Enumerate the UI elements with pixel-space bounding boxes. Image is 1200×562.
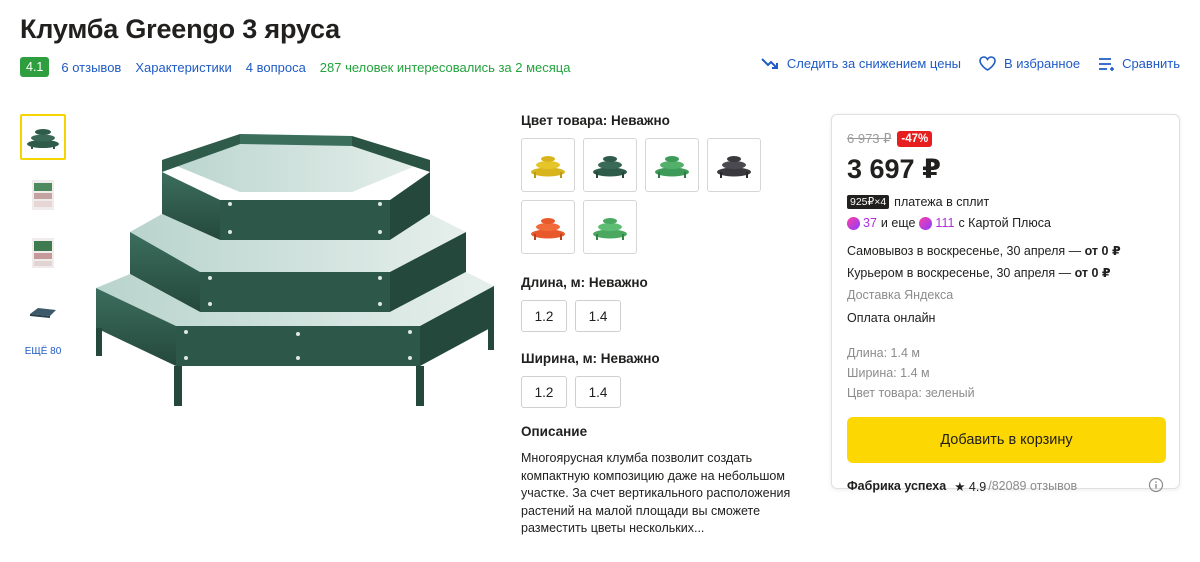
plus-cashback[interactable]: 37 и еще 111 с Картой Плюса [847, 212, 1164, 234]
current-price: 3 697 ₽ [847, 154, 941, 184]
seller-rating: ★ 4.9 [954, 479, 987, 494]
compare-icon [1099, 57, 1115, 71]
split-badge: 925₽×4 [847, 195, 890, 209]
compare-button[interactable]: Сравнить [1098, 56, 1180, 71]
favorite-button[interactable]: В избранное [979, 56, 1080, 71]
description-title: Описание [521, 424, 588, 439]
color-swatch-darkgreen[interactable] [583, 138, 637, 192]
favorite-label: В избранное [1003, 56, 1081, 71]
courier-info: Курьером в воскресенье, 30 апреля — от 0… [847, 266, 1111, 280]
split-payment[interactable]: 925₽×4 платежа в сплит [847, 193, 1164, 211]
gallery-more-link[interactable]: ЕЩЁ 80 [20, 346, 66, 357]
add-to-cart-button[interactable]: Добавить в корзину [847, 417, 1166, 463]
spec-width: Ширина: 1.4 м [847, 366, 930, 380]
gallery-thumb[interactable] [20, 172, 66, 218]
discount-badge: -47% [897, 131, 933, 147]
color-option-label: Цвет товара: Неважно [521, 113, 670, 128]
length-options: 1.2 1.4 [521, 300, 821, 332]
length-option-label: Длина, м: Неважно [521, 275, 648, 290]
color-swatches [521, 138, 781, 262]
plus-points-a: 37 [863, 216, 877, 230]
plus-coin-icon [919, 216, 933, 230]
price-card: 6 973 ₽ -47% 3 697 ₽ 925₽×4 платежа в сп… [831, 114, 1180, 494]
product-meta-row: 4.1 6 отзывов Характеристики 4 вопроса 2… [20, 56, 571, 78]
color-swatch-graphite[interactable] [707, 138, 761, 192]
width-option[interactable]: 1.4 [575, 376, 621, 408]
gallery-thumb[interactable] [20, 230, 66, 276]
compare-label: Сравнить [1122, 56, 1180, 71]
width-options: 1.2 1.4 [521, 376, 821, 408]
width-option-label: Ширина, м: Неважно [521, 351, 660, 366]
plus-points-b: 111 [935, 216, 955, 230]
seller-reviews: /82089 отзывов [988, 479, 1078, 493]
seller-name[interactable]: Фабрика успеха [847, 479, 946, 493]
gallery-thumbnails: ЕЩЁ 80 [20, 114, 66, 357]
payment-method: Оплата онлайн [847, 311, 936, 325]
page-title: Клумба Greengo 3 яруса [20, 14, 340, 44]
color-swatch-orange[interactable] [521, 200, 575, 254]
rating-badge[interactable]: 4.1 [20, 57, 50, 77]
specs-link[interactable]: Характеристики [135, 60, 231, 75]
gallery-thumb[interactable] [20, 288, 66, 334]
price-watch-button[interactable]: Следить за снижением цены [761, 56, 961, 71]
color-swatch-yellow[interactable] [521, 138, 575, 192]
gallery-thumb[interactable] [20, 114, 66, 160]
selected-specs: Длина: 1.4 м Ширина: 1.4 м Цвет товара: … [847, 343, 1164, 403]
plus-coin-icon [847, 216, 860, 230]
seller-info[interactable]: Фабрика успеха ★ 4.9 /82089 отзывов [847, 477, 1164, 495]
length-option[interactable]: 1.2 [521, 300, 567, 332]
trend-down-icon [761, 57, 778, 69]
length-option[interactable]: 1.4 [575, 300, 621, 332]
delivery-service: Доставка Яндекса [847, 288, 954, 302]
questions-link[interactable]: 4 вопроса [246, 60, 306, 75]
reviews-link[interactable]: 6 отзывов [61, 60, 121, 75]
plus-mid-text: и еще [880, 216, 916, 230]
info-icon[interactable] [1148, 477, 1164, 493]
heart-icon [979, 56, 996, 71]
pickup-info: Самовывоз в воскресенье, 30 апреля — от … [847, 244, 1121, 258]
product-options: Цвет товара: Неважно Длина, м: Неважно 1… [521, 108, 821, 538]
spec-color: Цвет товара: зеленый [847, 386, 975, 400]
product-actions: Следить за снижением цены В избранное Ср… [743, 56, 1180, 71]
width-option[interactable]: 1.2 [521, 376, 567, 408]
interest-stat: 287 человек интересовались за 2 месяца [319, 59, 571, 75]
split-text: платежа в сплит [894, 195, 990, 209]
product-main-image[interactable] [90, 122, 500, 412]
plus-tail-text: с Картой Плюса [958, 216, 1051, 230]
color-swatch-lightgreen[interactable] [583, 200, 637, 254]
description-text: Многоярусная клумба позволит создать ком… [521, 451, 791, 535]
spec-length: Длина: 1.4 м [847, 346, 920, 360]
old-price: 6 973 ₽ [847, 131, 892, 146]
price-watch-label: Следить за снижением цены [786, 56, 961, 71]
color-swatch-green[interactable] [645, 138, 699, 192]
